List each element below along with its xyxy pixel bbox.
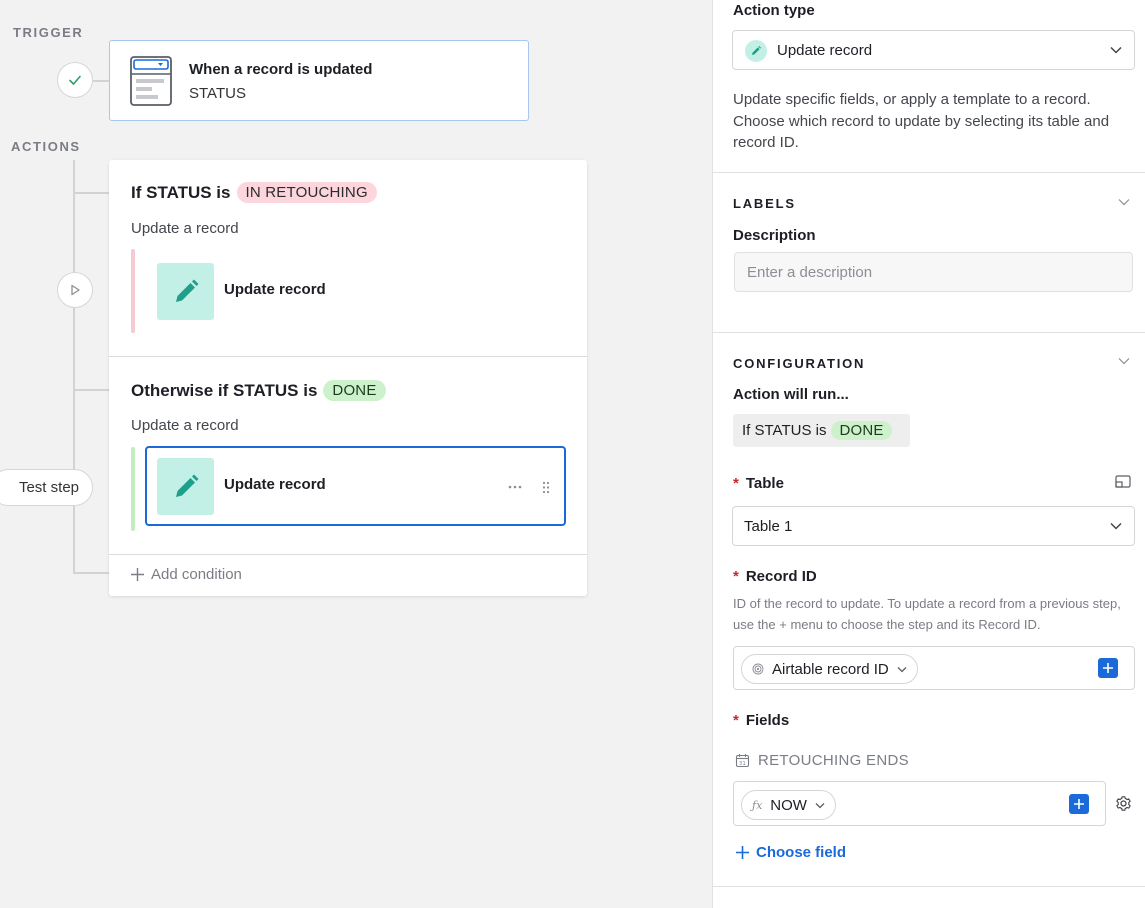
- function-icon: ƒx: [752, 798, 763, 812]
- field-name-label: RETOUCHING ENDS: [758, 752, 909, 769]
- add-condition-button[interactable]: Add condition: [130, 566, 242, 583]
- plus-icon: [131, 568, 144, 581]
- test-step-label: Test step: [18, 479, 79, 496]
- trigger-section-label: TRIGGER: [13, 25, 84, 40]
- condition-1-branch-bar: [131, 249, 135, 333]
- condition-1-action[interactable]: Update record: [145, 251, 566, 331]
- choose-field-label: Choose field: [756, 844, 847, 861]
- condition-1-value-pill: IN RETOUCHING: [236, 182, 377, 203]
- action-type-label: Action type: [733, 2, 815, 19]
- trigger-connector: [93, 80, 110, 82]
- collapse-chevron-icon[interactable]: [1118, 357, 1130, 365]
- conditional-actions-card: If STATUS is IN RETOUCHING Update a reco…: [109, 160, 587, 596]
- action-type-select[interactable]: Update record: [732, 30, 1135, 70]
- record-id-help-text: ID of the record to update. To update a …: [733, 596, 1121, 632]
- insert-variable-button[interactable]: [1098, 658, 1118, 678]
- workflow-canvas: TRIGGER ACTIONS When a record is updated…: [0, 0, 712, 908]
- condition-divider: [109, 356, 587, 357]
- description-placeholder: Enter a description: [747, 263, 873, 281]
- trigger-title: When a record is updated: [189, 61, 373, 78]
- plus-icon: [1103, 663, 1113, 673]
- condition-2-value-pill: DONE: [323, 380, 386, 401]
- chevron-down-icon: [1110, 522, 1122, 530]
- add-condition-divider: [109, 554, 587, 555]
- section-divider: [713, 172, 1145, 173]
- plus-icon: [736, 846, 749, 859]
- fields-label: * Fields: [733, 712, 789, 729]
- insert-variable-button[interactable]: [1069, 794, 1089, 814]
- condition-2-branch-bar: [131, 447, 135, 531]
- svg-text:31: 31: [739, 761, 746, 767]
- condition-1-action-label: Update record: [224, 281, 326, 298]
- record-id-token[interactable]: Airtable record ID: [741, 654, 918, 684]
- record-id-input[interactable]: Airtable record ID: [733, 646, 1135, 690]
- condition-1-subtitle: Update a record: [131, 220, 239, 237]
- drag-handle-icon[interactable]: [542, 481, 550, 494]
- formula-token[interactable]: ƒx NOW: [741, 790, 836, 820]
- table-select-value: Table 1: [744, 517, 793, 535]
- table-label: * Table: [733, 475, 784, 492]
- check-icon: [69, 75, 81, 85]
- action-will-run-label: Action will run...: [733, 386, 849, 403]
- trigger-status-indicator: [57, 62, 93, 98]
- trigger-card[interactable]: When a record is updated STATUS: [109, 40, 529, 121]
- record-form-icon: [130, 56, 172, 106]
- section-divider: [713, 332, 1145, 333]
- labels-section-header[interactable]: LABELS: [733, 196, 796, 211]
- run-action-button[interactable]: [57, 272, 93, 308]
- condition-1-header[interactable]: If STATUS is IN RETOUCHING: [131, 182, 377, 203]
- actions-section-label: ACTIONS: [11, 139, 81, 154]
- choose-field-button[interactable]: Choose field: [735, 844, 846, 861]
- configuration-section-header[interactable]: CONFIGURATION: [733, 356, 865, 371]
- chevron-down-icon: [815, 802, 825, 808]
- field-value-input[interactable]: ƒx NOW: [733, 781, 1106, 826]
- chevron-down-icon: [1110, 46, 1122, 54]
- run-condition-summary: If STATUS is DONE: [733, 414, 910, 447]
- more-options-icon[interactable]: [508, 485, 522, 489]
- run-condition-prefix: If STATUS is: [742, 422, 827, 439]
- condition-2-action-selected[interactable]: Update record: [145, 446, 566, 526]
- table-expand-icon[interactable]: [1115, 475, 1131, 488]
- required-marker: *: [733, 475, 739, 492]
- action-type-description: Update specific fields, or apply a templ…: [733, 91, 1110, 151]
- trigger-field: STATUS: [189, 85, 246, 102]
- field-retouching-ends: 31 RETOUCHING ENDS: [735, 752, 909, 769]
- branch-connector-3: [73, 572, 109, 574]
- fields-label-text: Fields: [745, 712, 790, 729]
- pencil-icon: [157, 263, 214, 320]
- plus-icon: [1074, 799, 1084, 809]
- run-condition-value-pill: DONE: [831, 421, 892, 440]
- condition-2-header[interactable]: Otherwise if STATUS is DONE: [131, 380, 386, 401]
- formula-token-label: NOW: [770, 796, 807, 814]
- gear-icon[interactable]: [1115, 795, 1132, 812]
- condition-2-action-label: Update record: [224, 476, 326, 493]
- condition-2-prefix: Otherwise if STATUS is: [131, 380, 318, 400]
- record-id-label-text: Record ID: [745, 568, 817, 585]
- action-config-panel: Action type Update record Update specifi…: [712, 0, 1145, 908]
- action-type-value: Update record: [777, 41, 873, 59]
- section-divider: [713, 886, 1145, 887]
- collapse-chevron-icon[interactable]: [1118, 198, 1130, 206]
- condition-1-prefix: If STATUS is: [131, 182, 231, 202]
- pencil-icon: [157, 458, 214, 515]
- table-label-text: Table: [745, 475, 784, 492]
- branch-connector-1: [73, 192, 109, 194]
- description-input[interactable]: Enter a description: [734, 252, 1133, 292]
- play-icon: [71, 284, 80, 296]
- add-condition-label: Add condition: [151, 566, 242, 583]
- record-id-token-label: Airtable record ID: [772, 660, 889, 678]
- chevron-down-icon: [897, 666, 907, 672]
- required-marker: *: [733, 568, 739, 585]
- condition-2-subtitle: Update a record: [131, 417, 239, 434]
- pencil-icon: [745, 40, 767, 62]
- description-label: Description: [733, 227, 816, 244]
- record-id-label: * Record ID: [733, 568, 817, 585]
- table-select[interactable]: Table 1: [732, 506, 1135, 546]
- required-marker: *: [733, 712, 739, 729]
- calendar-icon: 31: [735, 754, 750, 768]
- test-step-button[interactable]: Test step: [0, 469, 93, 506]
- branch-connector-2: [73, 389, 109, 391]
- fingerprint-icon: [752, 663, 764, 675]
- actions-connector-line: [73, 160, 75, 574]
